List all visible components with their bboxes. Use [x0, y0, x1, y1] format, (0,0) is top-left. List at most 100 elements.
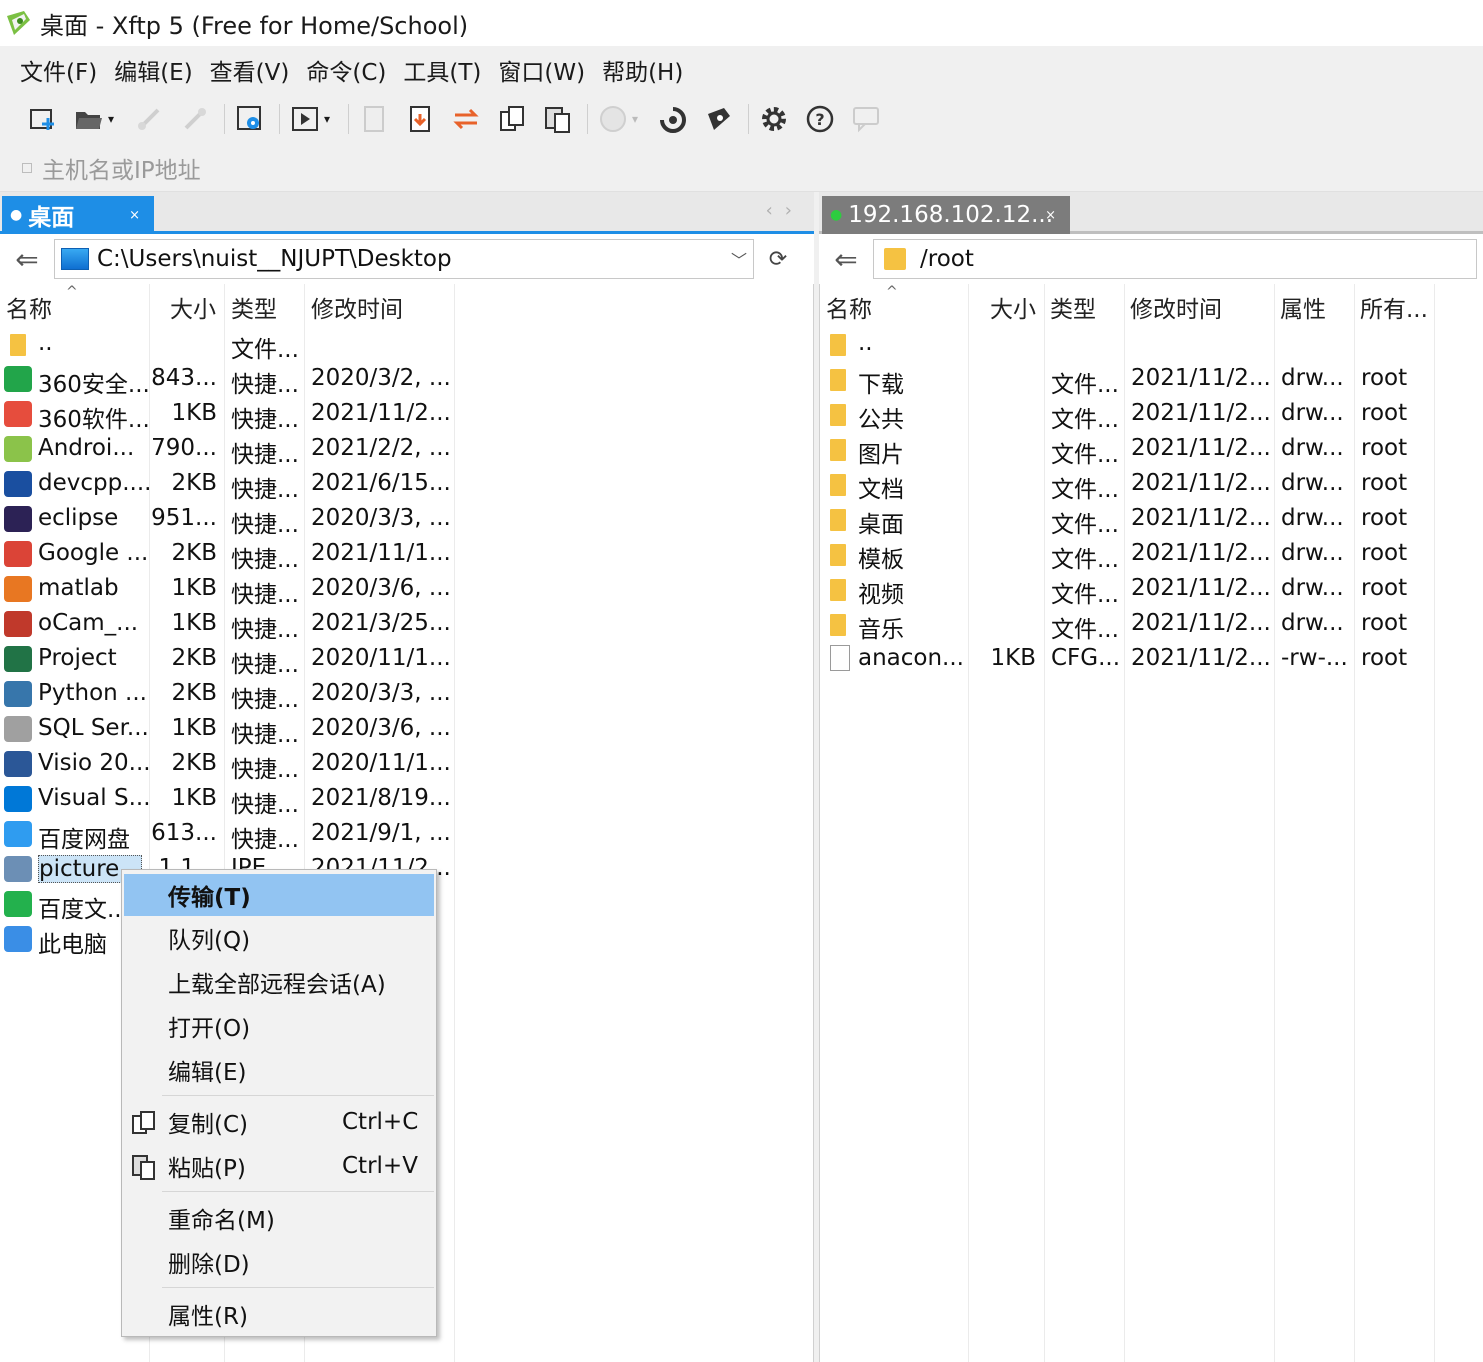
close-tab-icon[interactable]: × [1045, 208, 1056, 223]
menu-edit[interactable]: 编辑(E) [114, 53, 192, 87]
menu-item-properties[interactable]: 属性(R) [124, 1293, 434, 1335]
back-forward-icon[interactable]: ⇐ [0, 239, 54, 279]
disconnect-button[interactable] [178, 102, 212, 136]
file-type: 文件... [1051, 372, 1119, 398]
local-path-field[interactable]: C:\Users\nuist__NJUPT\Desktop ﹀ [54, 239, 754, 279]
table-row[interactable]: Androi... 790... 快捷... 2021/2/2, ... [0, 431, 455, 468]
tab-scroll-arrows[interactable]: ‹› [766, 200, 804, 221]
menu-item-label: 粘贴(P) [168, 1156, 246, 1182]
new-session-button[interactable] [26, 102, 60, 136]
header-attributes[interactable]: 属性 [1280, 290, 1326, 324]
menu-item-open[interactable]: 打开(O) [124, 1005, 434, 1047]
globe-icon [600, 106, 626, 132]
xshell-button[interactable] [656, 102, 690, 136]
table-row[interactable]: 360安全... 843... 快捷... 2020/3/2, ... [0, 361, 455, 398]
table-row[interactable]: oCam_... 1KB 快捷... 2021/3/25... [0, 606, 455, 643]
terminal-dropdown[interactable]: ▾ [324, 112, 334, 126]
menu-item-label: 上载全部远程会话(A) [168, 972, 386, 998]
tab-remote-session[interactable]: ● 192.168.102.12... × [822, 196, 1070, 234]
table-row[interactable]: Visio 20... 2KB 快捷... 2020/11/1... [0, 746, 455, 783]
menu-item-copy[interactable]: 复制(C) Ctrl+C [124, 1101, 434, 1143]
close-tab-icon[interactable]: × [129, 208, 140, 223]
table-row[interactable]: 图片 文件... 2021/11/2... drw... root [820, 431, 1483, 468]
refresh-icon[interactable]: ⟳ [754, 239, 802, 279]
table-row[interactable]: 文档 文件... 2021/11/2... drw... root [820, 466, 1483, 503]
menu-item-transfer[interactable]: 传输(T) [124, 874, 434, 916]
menu-tools[interactable]: 工具(T) [403, 53, 481, 87]
column-header: 名称 ^ 大小 类型 修改时间 [0, 284, 813, 326]
table-row[interactable]: 360软件... 1KB 快捷... 2021/11/2... [0, 396, 455, 433]
globe-button[interactable] [596, 102, 630, 136]
paste-icon [132, 1155, 155, 1180]
host-address-bar[interactable]: 主机名或IP地址 [0, 144, 1483, 192]
table-row[interactable]: matlab 1KB 快捷... 2020/3/6, ... [0, 571, 455, 608]
header-modified[interactable]: 修改时间 [311, 290, 403, 324]
file-modified: 2021/11/1... [311, 540, 451, 566]
file-modified: 2021/11/2... [1131, 365, 1271, 391]
transfer-disabled-button[interactable] [357, 102, 391, 136]
options-button[interactable] [757, 102, 791, 136]
open-session-button[interactable] [72, 102, 106, 136]
header-name[interactable]: 名称 [826, 290, 872, 324]
table-row[interactable]: .. 文件... [0, 326, 455, 363]
file-attributes: drw... [1281, 435, 1344, 461]
chevron-down-icon[interactable]: ﹀ [731, 247, 747, 271]
header-type[interactable]: 类型 [1050, 290, 1096, 324]
terminal-button[interactable] [288, 102, 322, 136]
menu-item-delete[interactable]: 删除(D) [124, 1241, 434, 1283]
table-row[interactable]: Visual S... 1KB 快捷... 2021/8/19... [0, 781, 455, 818]
table-row[interactable]: 音乐 文件... 2021/11/2... drw... root [820, 606, 1483, 643]
column-header: 名称 ^ 大小 类型 修改时间 属性 所有... [820, 284, 1483, 326]
back-forward-icon[interactable]: ⇐ [819, 239, 873, 279]
open-session-dropdown[interactable]: ▾ [108, 112, 118, 126]
header-modified[interactable]: 修改时间 [1130, 290, 1222, 324]
header-name[interactable]: 名称 [6, 290, 52, 324]
menu-view[interactable]: 查看(V) [210, 53, 290, 87]
file-modified: 2021/9/1, ... [311, 820, 451, 846]
chat-button[interactable] [849, 102, 883, 136]
header-size[interactable]: 大小 [990, 290, 1036, 324]
header-size[interactable]: 大小 [170, 290, 216, 324]
table-row[interactable]: eclipse 951... 快捷... 2020/3/3, ... [0, 501, 455, 538]
table-row[interactable]: 下载 文件... 2021/11/2... drw... root [820, 361, 1483, 398]
tab-local-desktop[interactable]: ● 桌面 × [2, 196, 154, 234]
menu-bar: 文件(F) 编辑(E) 查看(V) 命令(C) 工具(T) 窗口(W) 帮助(H… [0, 46, 1483, 94]
file-attributes: drw... [1281, 470, 1344, 496]
menu-item-upload-all[interactable]: 上载全部远程会话(A) [124, 961, 434, 1003]
table-row[interactable]: 公共 文件... 2021/11/2... drw... root [820, 396, 1483, 433]
menu-help[interactable]: 帮助(H) [602, 53, 683, 87]
help-icon: ? [806, 105, 834, 133]
header-type[interactable]: 类型 [231, 290, 277, 324]
remote-path-field[interactable]: /root [873, 239, 1477, 279]
menu-window[interactable]: 窗口(W) [498, 53, 585, 87]
header-owner[interactable]: 所有... [1360, 290, 1428, 324]
table-row[interactable]: SQL Ser... 1KB 快捷... 2020/3/6, ... [0, 711, 455, 748]
table-row[interactable]: 桌面 文件... 2021/11/2... drw... root [820, 501, 1483, 538]
table-row[interactable]: 模板 文件... 2021/11/2... drw... root [820, 536, 1483, 573]
paste-button[interactable] [541, 102, 575, 136]
menu-item-paste[interactable]: 粘贴(P) Ctrl+V [124, 1145, 434, 1187]
copy-button[interactable] [495, 102, 529, 136]
file-size: 2KB [171, 645, 218, 671]
file-size: 2KB [171, 540, 218, 566]
help-button[interactable]: ? [803, 102, 837, 136]
table-row[interactable]: devcpp.... 2KB 快捷... 2021/6/15... [0, 466, 455, 503]
menu-item-edit[interactable]: 编辑(E) [124, 1049, 434, 1091]
table-row[interactable]: Python ... 2KB 快捷... 2020/3/3, ... [0, 676, 455, 713]
upload-button[interactable] [403, 102, 437, 136]
table-row[interactable]: 视频 文件... 2021/11/2... drw... root [820, 571, 1483, 608]
connect-button[interactable] [132, 102, 166, 136]
table-row[interactable]: .. [820, 326, 1483, 361]
menu-item-queue[interactable]: 队列(Q) [124, 917, 434, 959]
sync-button[interactable] [449, 102, 483, 136]
globe-dropdown[interactable]: ▾ [632, 112, 642, 126]
table-row[interactable]: 百度网盘 613... 快捷... 2021/9/1, ... [0, 816, 455, 853]
menu-file[interactable]: 文件(F) [20, 53, 97, 87]
table-row[interactable]: anacon... 1KB CFG... 2021/11/2... -rw-... roo… [820, 641, 1483, 676]
session-properties-button[interactable] [233, 102, 267, 136]
xftp-button[interactable] [702, 102, 736, 136]
menu-command[interactable]: 命令(C) [306, 53, 386, 87]
menu-item-rename[interactable]: 重命名(M) [124, 1197, 434, 1239]
table-row[interactable]: Project 2KB 快捷... 2020/11/1... [0, 641, 455, 678]
table-row[interactable]: Google ... 2KB 快捷... 2021/11/1... [0, 536, 455, 573]
